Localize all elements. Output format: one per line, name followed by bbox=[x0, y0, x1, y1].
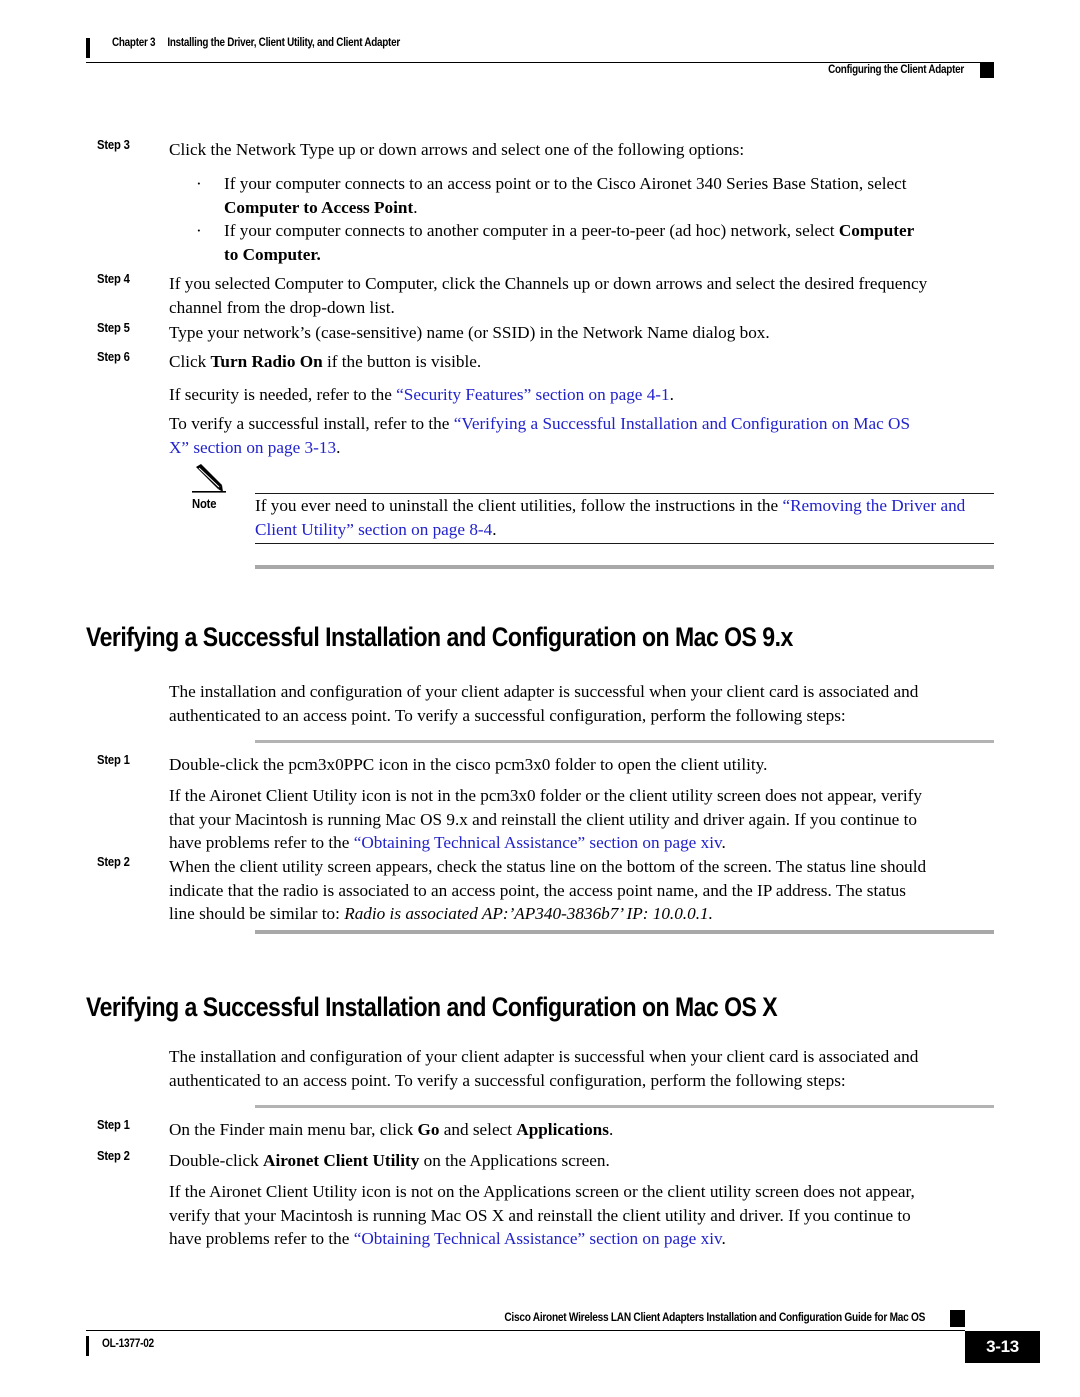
header-chapter-label: Chapter 3 bbox=[112, 37, 156, 49]
os9-status-line-example: Radio is associated AP:’AP340-3836b7’ IP… bbox=[344, 904, 713, 924]
header-left-marker bbox=[86, 38, 90, 58]
obtaining-tech-assistance-link-2[interactable]: “Obtaining Technical Assistance” section… bbox=[354, 1229, 722, 1248]
footer-guide-title: Cisco Aironet Wireless LAN Client Adapte… bbox=[504, 1312, 925, 1324]
step-6-text: Click Turn Radio On if the button is vis… bbox=[169, 350, 929, 374]
bullet-2-text-before: If your computer connects to another com… bbox=[224, 221, 839, 240]
osx-step-2-text-after: on the Applications screen. bbox=[419, 1151, 610, 1170]
osx-step-1-text-after: . bbox=[608, 1120, 614, 1139]
osx-step-2-bold-acu: Aironet Client Utility bbox=[263, 1151, 420, 1170]
security-features-xref-paragraph: If security is needed, refer to the “Sec… bbox=[169, 383, 931, 407]
header-chapter-title: Installing the Driver, Client Utility, a… bbox=[167, 37, 400, 49]
note-text-before: If you ever need to uninstall the client… bbox=[255, 496, 783, 515]
osx-step-1-text-mid: and select bbox=[439, 1120, 517, 1139]
osx-step-2-followup: If the Aironet Client Utility icon is no… bbox=[169, 1180, 931, 1251]
obtaining-tech-assistance-link-1[interactable]: “Obtaining Technical Assistance” section… bbox=[354, 833, 722, 852]
steps-divider-rule-2 bbox=[255, 1105, 994, 1108]
note-text: If you ever need to uninstall the client… bbox=[255, 494, 995, 541]
document-page: Chapter 3 Installing the Driver, Client U… bbox=[0, 0, 1080, 1397]
os9-followup-text-after: . bbox=[721, 833, 726, 853]
step-4-text: If you selected Computer to Computer, cl… bbox=[169, 274, 928, 317]
footer-rule bbox=[86, 1330, 965, 1331]
note-text-after: . bbox=[492, 519, 497, 539]
verify-text-after: . bbox=[336, 437, 341, 457]
footer-doc-number: OL-1377-02 bbox=[102, 1338, 154, 1350]
footer-marker bbox=[950, 1310, 965, 1327]
security-features-link[interactable]: “Security Features” section on page 4-1 bbox=[396, 385, 669, 404]
header-chapter-line: Chapter 3 Installing the Driver, Client U… bbox=[112, 37, 400, 49]
osx-step-1-bold-go: Go bbox=[417, 1120, 440, 1139]
step-6-text-after: if the button is visible. bbox=[322, 352, 482, 371]
os9-step-2-text: When the client utility screen appears, … bbox=[169, 855, 929, 926]
bullet-1-bold: Computer to Access Point bbox=[224, 197, 414, 217]
step-5-text: Type your network’s (case-sensitive) nam… bbox=[169, 323, 770, 342]
bullet-marker-icon: · bbox=[196, 174, 202, 193]
step-5-label: Step 5 bbox=[97, 321, 130, 335]
verify-text-before: To verify a successful install, refer to… bbox=[169, 414, 454, 433]
note-rule-bottom bbox=[255, 543, 994, 544]
note-label: Note bbox=[192, 497, 217, 511]
bullet-1-text: If your computer connects to an access p… bbox=[224, 172, 931, 219]
page-header: Chapter 3 Installing the Driver, Client U… bbox=[86, 36, 994, 82]
osx-step-1-bold-applications: Applications bbox=[516, 1120, 609, 1139]
os9-step-1-followup: If the Aironet Client Utility icon is no… bbox=[169, 784, 931, 855]
os9-step-1-label: Step 1 bbox=[97, 753, 130, 767]
step-4-label: Step 4 bbox=[97, 272, 130, 286]
step-3-text: Click the Network Type up or down arrows… bbox=[169, 140, 745, 159]
osx-step-1-text: On the Finder main menu bar, click Go an… bbox=[169, 1118, 929, 1142]
section-divider-rule-1 bbox=[255, 565, 994, 569]
page-number-badge: 3-13 bbox=[965, 1331, 1040, 1363]
heading-mac-os-x: Verifying a Successful Installation and … bbox=[86, 992, 778, 1022]
os9-step-2-label: Step 2 bbox=[97, 855, 130, 869]
step-6-bold: Turn Radio On bbox=[210, 352, 323, 371]
header-section-title: Configuring the Client Adapter bbox=[828, 64, 964, 76]
verify-install-xref-paragraph: To verify a successful install, refer to… bbox=[169, 412, 931, 459]
mac-os-9-intro: The installation and configuration of yo… bbox=[169, 682, 919, 725]
footer-left-marker bbox=[86, 1336, 89, 1356]
mac-os-x-intro: The installation and configuration of yo… bbox=[169, 1047, 919, 1090]
step-6-text-before: Click bbox=[169, 352, 211, 371]
header-rule bbox=[86, 62, 994, 63]
heading-mac-os-9: Verifying a Successful Installation and … bbox=[86, 622, 793, 652]
step-3-label: Step 3 bbox=[97, 138, 130, 152]
bullet-1-text-before: If your computer connects to an access p… bbox=[224, 174, 907, 193]
osx-step-1-text-before: On the Finder main menu bar, click bbox=[169, 1120, 418, 1139]
osx-step-2-label: Step 2 bbox=[97, 1149, 130, 1163]
security-text-before: If security is needed, refer to the bbox=[169, 385, 397, 404]
osx-step-1-label: Step 1 bbox=[97, 1118, 130, 1132]
osx-followup-text-after: . bbox=[721, 1229, 726, 1249]
section-divider-rule-2 bbox=[255, 930, 994, 934]
security-text-after: . bbox=[669, 385, 674, 404]
step-6-label: Step 6 bbox=[97, 350, 130, 364]
osx-step-2-text-before: Double-click bbox=[169, 1151, 264, 1170]
bullet-2-text: If your computer connects to another com… bbox=[224, 219, 931, 266]
bullet-1-text-after: . bbox=[413, 197, 418, 217]
bullet-marker-icon: · bbox=[196, 221, 202, 240]
steps-divider-rule-1 bbox=[255, 740, 994, 743]
pencil-icon bbox=[192, 464, 232, 494]
os9-step-1-text: Double-click the pcm3x0PPC icon in the c… bbox=[169, 755, 768, 774]
osx-step-2-text: Double-click Aironet Client Utility on t… bbox=[169, 1149, 929, 1173]
header-right-marker bbox=[980, 62, 994, 78]
